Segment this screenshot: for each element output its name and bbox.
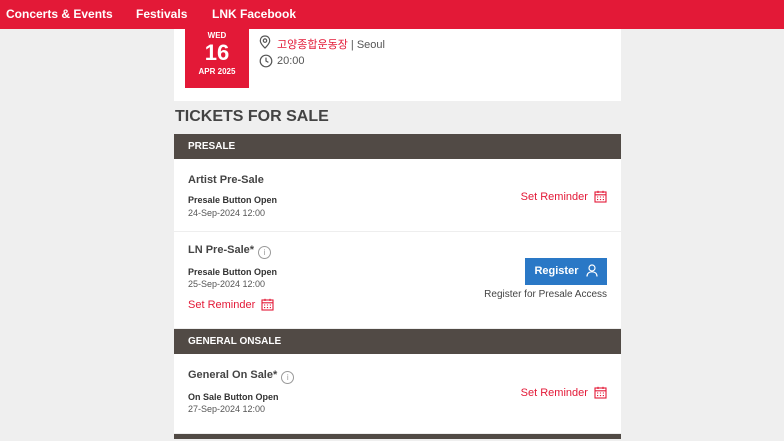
set-reminder-label: Set Reminder [520, 191, 588, 203]
set-reminder-button[interactable]: Set Reminder [188, 298, 274, 311]
ticket-date: 27-Sep-2024 12:00 [188, 404, 266, 414]
clock-icon [259, 54, 273, 68]
ticket-name: General On Sale* [188, 369, 278, 381]
venue-link[interactable]: 고양종합운동장 [277, 39, 348, 51]
ticket-date: 24-Sep-2024 12:00 [188, 208, 266, 218]
nav-lnk-facebook[interactable]: LNK Facebook [212, 7, 296, 21]
ticket-row-ln-presale: LN Pre-Sale* i Presale Button Open 25-Sep… [174, 232, 621, 329]
tickets-section-title: TICKETS FOR SALE [175, 108, 329, 125]
next-section-header [174, 434, 621, 439]
event-time: 20:00 [277, 55, 305, 67]
ticket-name-wrapper: General On Sale* i [188, 369, 295, 384]
event-day-of-week: WED [207, 31, 227, 40]
ticket-name: Artist Pre-Sale [188, 174, 264, 186]
ticket-status: Presale Button Open [188, 195, 278, 205]
ticket-status: On Sale Button Open [188, 392, 279, 402]
set-reminder-button[interactable]: Set Reminder [521, 386, 607, 399]
ticket-name: LN Pre-Sale* [188, 244, 255, 256]
event-day: 16 [204, 40, 230, 65]
presale-header: PRESALE [174, 134, 621, 159]
register-note: Register for Presale Access [484, 289, 607, 300]
ticket-list: PRESALE Artist Pre-Sale Presale Button O… [174, 134, 621, 439]
calendar-icon [261, 298, 274, 311]
ticket-row-general-onsale: General On Sale* i On Sale Button Open 27… [174, 354, 621, 434]
user-icon [585, 264, 598, 277]
info-icon[interactable]: i [281, 371, 295, 384]
calendar-icon [594, 386, 607, 399]
ticket-date: 25-Sep-2024 12:00 [188, 279, 266, 289]
location-pin-icon [259, 35, 271, 49]
event-date-badge: WED 16 APR 2025 [185, 29, 249, 88]
register-button[interactable]: Register [525, 258, 607, 285]
calendar-icon [594, 190, 607, 203]
general-onsale-header: GENERAL ONSALE [174, 329, 621, 354]
event-card: WED 16 APR 2025 고양종합운동장 | Seoul 20:00 [174, 29, 621, 101]
set-reminder-button[interactable]: Set Reminder [521, 190, 607, 203]
register-label: Register [534, 265, 579, 277]
ticket-row-artist-presale: Artist Pre-Sale Presale Button Open 24-S… [174, 159, 621, 232]
set-reminder-label: Set Reminder [188, 299, 256, 311]
ticket-name-wrapper: LN Pre-Sale* i [188, 244, 272, 259]
info-icon[interactable]: i [258, 246, 272, 259]
venue-city: | Seoul [347, 39, 385, 51]
ticket-status: Presale Button Open [188, 267, 278, 277]
nav-festivals[interactable]: Festivals [136, 7, 187, 21]
top-navigation: Concerts & Events Festivals LNK Facebook [0, 0, 784, 29]
event-month-year: APR 2025 [198, 67, 236, 76]
nav-concerts-events[interactable]: Concerts & Events [6, 7, 113, 21]
set-reminder-label: Set Reminder [520, 387, 588, 399]
